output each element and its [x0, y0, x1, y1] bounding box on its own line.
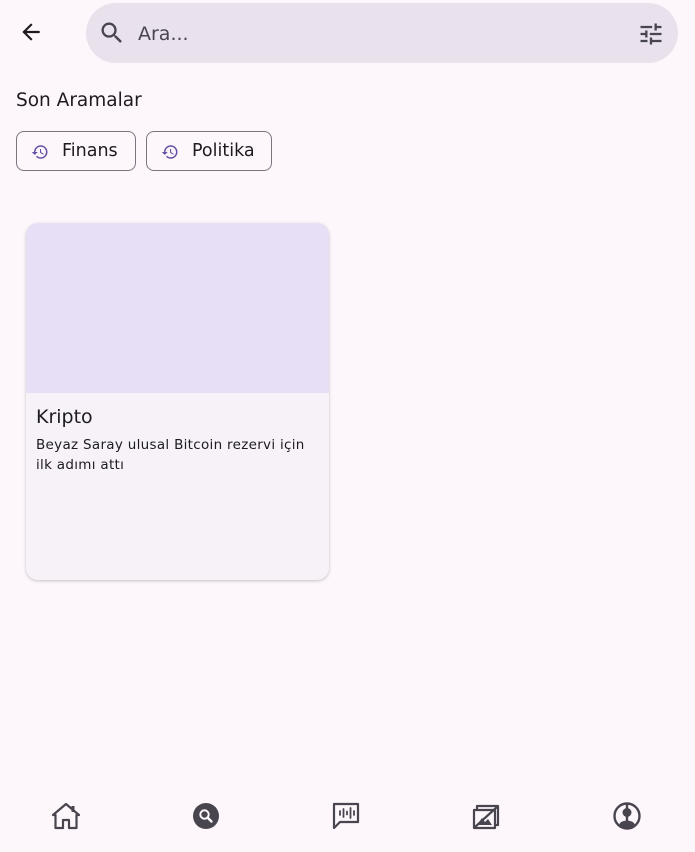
search-icon — [193, 803, 219, 829]
nav-podcast[interactable] — [326, 796, 366, 836]
profile-icon — [613, 802, 641, 830]
card-title: Kripto — [36, 406, 93, 428]
nav-news[interactable] — [466, 796, 506, 836]
card-description: Beyaz Saray ulusal Bitcoin rezervi için … — [36, 437, 305, 473]
history-icon — [161, 145, 178, 159]
nav-home[interactable] — [46, 796, 86, 836]
card-image-placeholder — [26, 223, 329, 393]
back-button[interactable] — [8, 9, 54, 55]
news-icon — [472, 804, 500, 830]
podcast-icon — [332, 802, 360, 830]
chip-label: Politika — [192, 141, 255, 161]
history-icon — [31, 145, 48, 159]
tune-icon[interactable] — [637, 20, 665, 48]
bottom-navigation — [0, 780, 695, 852]
chip-label: Finans — [62, 141, 118, 161]
search-input[interactable] — [136, 15, 620, 53]
nav-search[interactable] — [186, 796, 226, 836]
recent-search-chip[interactable]: Finans — [16, 131, 136, 171]
news-card[interactable]: Kripto Beyaz Saray ulusal Bitcoin rezerv… — [26, 223, 329, 580]
search-bar[interactable] — [86, 3, 678, 63]
nav-profile[interactable] — [607, 796, 647, 836]
home-icon — [51, 802, 81, 830]
arrow-back-icon — [22, 23, 40, 41]
recent-searches-title: Son Aramalar — [16, 90, 142, 111]
top-bar — [0, 0, 695, 66]
search-icon — [101, 22, 122, 43]
recent-search-chip[interactable]: Politika — [146, 131, 272, 171]
